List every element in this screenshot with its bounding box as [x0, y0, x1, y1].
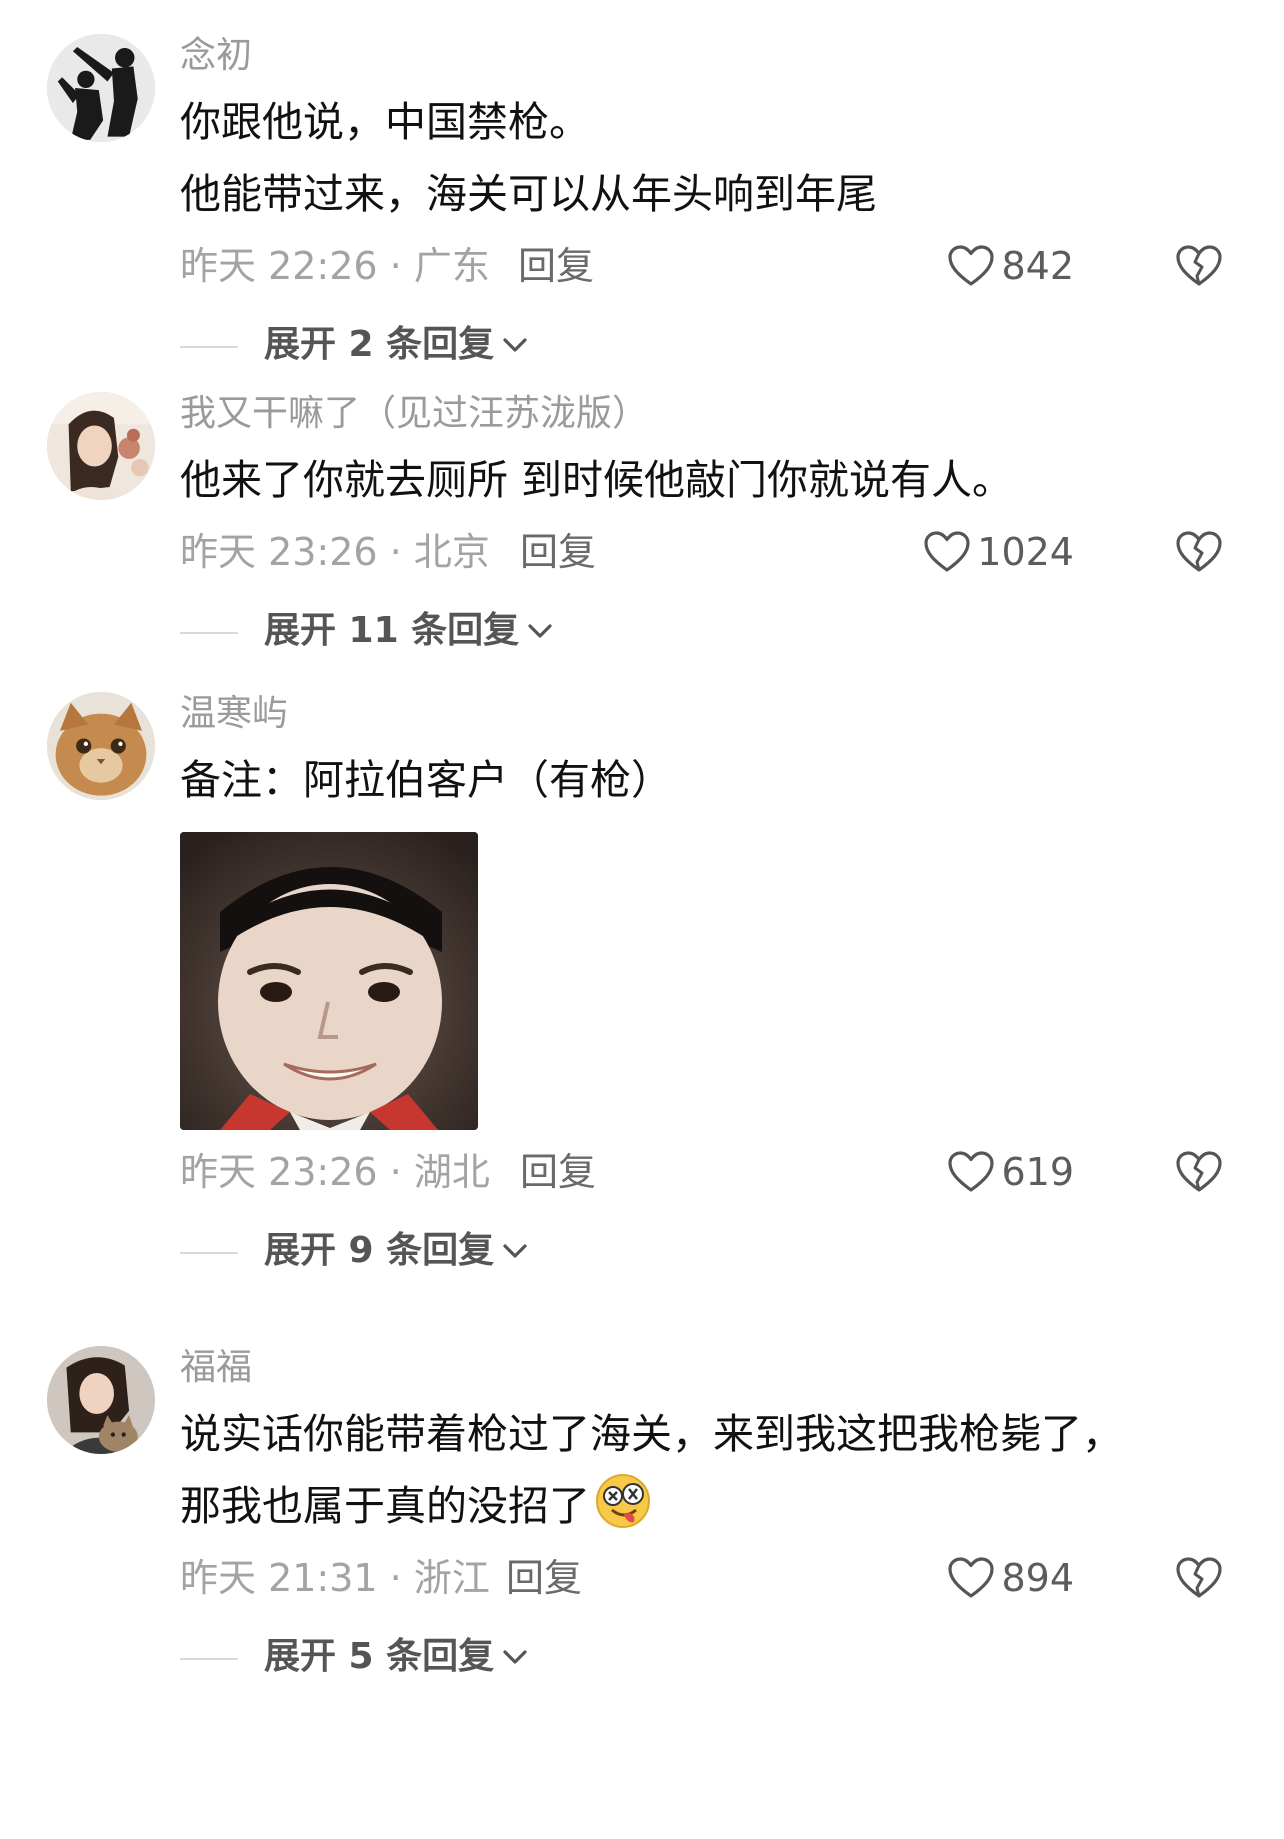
- broken-heart-icon[interactable]: [1174, 528, 1224, 576]
- reply-button[interactable]: 回复: [506, 1554, 582, 1602]
- expand-replies-label: 展开 11 条回复: [264, 606, 553, 656]
- expand-replies-button[interactable]: 展开 2 条回复: [180, 306, 1224, 386]
- heart-outline-icon: [924, 531, 970, 572]
- comment-sticker-image[interactable]: [180, 832, 478, 1130]
- expand-replies-label: 展开 9 条回复: [264, 1226, 528, 1276]
- divider: [180, 346, 238, 348]
- like-count: 619: [1001, 1150, 1074, 1194]
- reply-button[interactable]: 回复: [518, 242, 594, 290]
- comment-text-line: 那我也属于真的没招了: [180, 1470, 1224, 1542]
- divider: [180, 1658, 238, 1660]
- like-count: 894: [1001, 1556, 1074, 1600]
- smiling-face-sticker: [180, 832, 478, 1130]
- expand-replies-button[interactable]: 展开 5 条回复: [180, 1618, 1224, 1698]
- username[interactable]: 我又干嘛了（见过汪苏泷版）: [180, 392, 1224, 436]
- broken-heart-icon[interactable]: [1174, 1148, 1224, 1196]
- divider: [180, 632, 238, 634]
- comment-text-line: 备注：阿拉伯客户（有枪）: [180, 756, 672, 804]
- comment-text-line: 他来了你就去厕所 到时候他敲门你就说有人。: [180, 456, 1014, 504]
- chevron-down-icon: [503, 1650, 527, 1664]
- chevron-down-icon: [503, 338, 527, 352]
- avatar[interactable]: [47, 392, 155, 500]
- like-button[interactable]: 1024: [923, 528, 1074, 576]
- expand-replies-button[interactable]: 展开 9 条回复: [180, 1212, 1224, 1292]
- avatar[interactable]: [47, 1346, 155, 1454]
- username[interactable]: 福福: [180, 1346, 1224, 1390]
- avatar[interactable]: [47, 692, 155, 800]
- like-count: 1024: [977, 530, 1074, 574]
- time-location: 昨天 22:26 · 广东: [180, 244, 490, 288]
- silly-face-emoji-icon: [596, 1474, 650, 1528]
- like-button[interactable]: 619: [947, 1148, 1074, 1196]
- like-button[interactable]: 842: [947, 242, 1074, 290]
- comment-text-line: 说实话你能带着枪过了海关，来到我这把我枪毙了，: [180, 1410, 1123, 1458]
- chevron-down-icon: [503, 1244, 527, 1258]
- comment-meta: 昨天 23:26 · 湖北 回复 619: [180, 1136, 1224, 1208]
- avatar-cat-image: [47, 692, 155, 800]
- expand-replies-button[interactable]: 展开 11 条回复: [180, 592, 1224, 672]
- time-location: 昨天 23:26 · 北京: [180, 530, 490, 574]
- username[interactable]: 温寒屿: [180, 692, 1224, 736]
- comment-text-fragment: 那我也属于真的没招了: [180, 1482, 590, 1530]
- time-location: 昨天 21:31 · 浙江: [180, 1556, 490, 1600]
- heart-outline-icon: [948, 1557, 995, 1598]
- divider: [180, 1252, 238, 1254]
- comment-meta: 昨天 21:31 · 浙江 回复 894: [180, 1542, 1224, 1614]
- username[interactable]: 念初: [180, 34, 1224, 78]
- like-button[interactable]: 894: [947, 1554, 1074, 1602]
- time-location: 昨天 23:26 · 湖北: [180, 1150, 490, 1194]
- expand-replies-label: 展开 2 条回复: [264, 320, 528, 370]
- heart-outline-icon: [948, 1151, 995, 1192]
- reply-button[interactable]: 回复: [520, 1148, 596, 1196]
- chevron-down-icon: [528, 624, 552, 638]
- avatar-silhouette-image: [47, 34, 155, 142]
- broken-heart-icon[interactable]: [1174, 1554, 1224, 1602]
- comment-meta: 昨天 23:26 · 北京 回复 1024: [180, 516, 1224, 588]
- comment-text-line: 你跟他说，中国禁枪。: [180, 98, 590, 146]
- heart-outline-icon: [948, 245, 995, 286]
- avatar-photo-image: [47, 392, 155, 500]
- expand-replies-label: 展开 5 条回复: [264, 1632, 528, 1682]
- avatar-photo-image: [47, 1346, 155, 1454]
- reply-button[interactable]: 回复: [520, 528, 596, 576]
- avatar[interactable]: [47, 34, 155, 142]
- comment-meta: 昨天 22:26 · 广东 回复 842: [180, 230, 1224, 302]
- like-count: 842: [1001, 244, 1074, 288]
- comment-text-line: 他能带过来，海关可以从年头响到年尾: [180, 170, 877, 218]
- broken-heart-icon[interactable]: [1174, 242, 1224, 290]
